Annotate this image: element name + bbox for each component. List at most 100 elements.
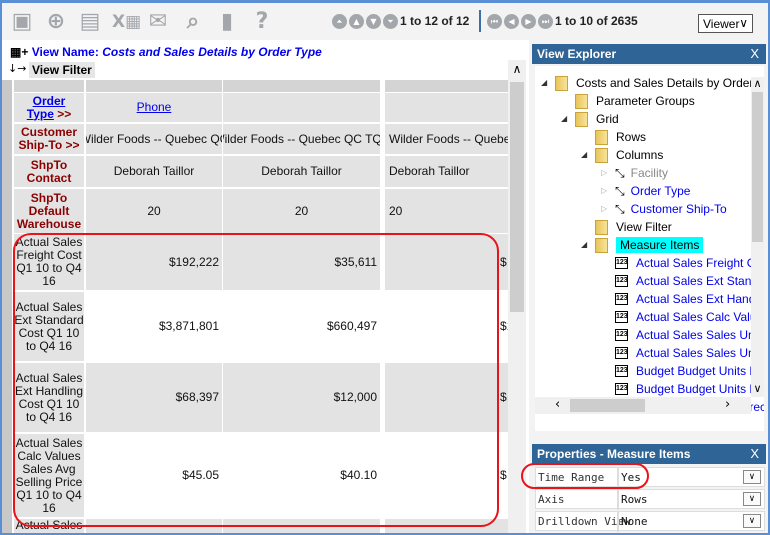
expand-indicator: >> <box>57 106 72 121</box>
expand-icon[interactable]: ▷ <box>601 204 607 213</box>
swap-axes-icon[interactable]: ↓→ <box>8 62 26 75</box>
scrollbar-thumb[interactable] <box>752 92 763 242</box>
toolbar: ▣ ⊕ ▤ X▦ ✉ ⌕ ▮ ? ⏶ ▲ ▼ ⏷ 1 to 12 of 12 ⏮… <box>2 3 768 40</box>
dimension-icon: ⤡ <box>615 183 625 198</box>
last-row-icon[interactable]: ⏷ <box>383 14 398 29</box>
scrollbar-thumb[interactable] <box>570 399 645 412</box>
tree-item[interactable]: Rows <box>595 128 646 146</box>
order-type-link[interactable]: Order <box>33 94 66 108</box>
header-cell: Wilder Foods -- Quebec QC <box>385 124 510 154</box>
tree-item[interactable]: 123 Actual Sales Ext Handlin <box>615 290 764 308</box>
measure-icon: 123 <box>615 257 628 269</box>
email-icon[interactable]: ✉ <box>146 10 170 34</box>
collapse-icon[interactable]: ◢ <box>541 78 547 87</box>
header-cell: Deborah Taillor <box>223 156 380 187</box>
order-type-value-link[interactable]: Phone <box>137 101 172 114</box>
tree-item-label: Actual Sales Ext Standa <box>636 274 764 288</box>
view-explorer-tree: 123Forecast Baseline Forec123Budget Budg… <box>535 66 764 431</box>
view-filter-button[interactable]: View Filter <box>29 62 95 78</box>
folder-icon <box>575 93 588 109</box>
help-icon[interactable]: ? <box>250 10 274 34</box>
first-row-icon[interactable]: ⏶ <box>332 14 347 29</box>
tree-item-label: Budget Budget Units Fre <box>636 382 764 396</box>
tree-item[interactable]: Columns <box>595 146 663 164</box>
measure-icon: 123 <box>615 347 628 359</box>
property-value-select[interactable]: Rows <box>621 493 648 506</box>
tree-item[interactable]: 123 Budget Budget Units Fre <box>615 362 764 380</box>
view-name-label: View Name: <box>31 45 99 59</box>
header-cell: 20 <box>385 189 510 233</box>
row-nav-status: 1 to 12 of 12 <box>400 14 470 28</box>
view-name: ▦+ View Name: Costs and Sales Details by… <box>10 45 322 59</box>
chevron-down-icon[interactable]: ∨ <box>743 470 761 484</box>
tree-item[interactable]: 123 Actual Sales Sales Units <box>615 344 764 362</box>
chevron-down-icon[interactable]: ∨ <box>743 492 761 506</box>
excel-icon[interactable]: X▦ <box>112 10 141 34</box>
tree-item[interactable]: ⤡ Order Type <box>615 182 690 200</box>
chevron-down-icon[interactable]: ∨ <box>743 514 761 528</box>
tree-item[interactable]: Grid <box>575 110 619 128</box>
measure-icon: 123 <box>615 311 628 323</box>
save-icon[interactable]: ▣ <box>10 10 34 34</box>
tree-horizontal-scrollbar[interactable]: ‹ › <box>535 397 751 414</box>
collapse-icon[interactable]: ◢ <box>581 240 587 249</box>
first-col-icon[interactable]: ⏮ <box>487 14 502 29</box>
grid-panel: ▦+ View Name: Costs and Sales Details by… <box>2 40 529 533</box>
col-nav-status: 1 to 10 of 2635 <box>555 14 638 28</box>
scroll-up-icon[interactable]: ∧ <box>508 62 526 76</box>
tree-item[interactable]: Costs and Sales Details by Order Ty <box>555 74 764 92</box>
folder-icon <box>595 129 608 145</box>
grid-add-icon[interactable]: ▦+ <box>10 45 28 59</box>
prev-col-icon[interactable]: ◀ <box>504 14 519 29</box>
tree-item[interactable]: 123 Actual Sales Ext Standa <box>615 272 764 290</box>
tree-item[interactable]: 123 Actual Sales Freight Cos <box>615 254 764 272</box>
header-cell[interactable]: Phone <box>86 93 222 122</box>
collapse-icon[interactable]: ◢ <box>581 150 587 159</box>
prev-row-icon[interactable]: ▲ <box>349 14 364 29</box>
order-type-link[interactable]: Type <box>27 107 54 121</box>
properties-panel: Properties - Measure Items X Time Range Ye… <box>532 444 766 532</box>
next-row-icon[interactable]: ▼ <box>366 14 381 29</box>
annotation-oval <box>13 233 499 527</box>
close-icon[interactable]: X <box>750 446 759 461</box>
next-col-icon[interactable]: ▶ <box>521 14 536 29</box>
tree-item[interactable]: Parameter Groups <box>575 92 695 110</box>
tree-item-label: Actual Sales Freight Cos <box>636 256 764 270</box>
find-icon[interactable]: ⌕ <box>181 10 205 34</box>
close-icon[interactable]: X <box>750 46 759 61</box>
properties-header: Properties - Measure Items X <box>532 444 766 464</box>
row-stub <box>2 80 12 533</box>
tree-item[interactable]: Measure Items <box>595 236 704 254</box>
scroll-up-icon[interactable]: ∧ <box>751 77 764 90</box>
property-value-select[interactable]: None <box>621 515 648 528</box>
header-cell: 20 <box>223 189 380 233</box>
scroll-left-icon[interactable]: ‹ <box>555 397 560 412</box>
tree-item[interactable]: View Filter <box>595 218 672 236</box>
scroll-right-icon[interactable]: › <box>725 397 730 412</box>
collapse-icon[interactable]: ◢ <box>561 114 567 123</box>
header-order-type: Order Type >> <box>14 93 84 122</box>
expand-icon[interactable]: ▷ <box>601 186 607 195</box>
tree-item[interactable]: 123 Actual Sales Sales Units <box>615 326 764 344</box>
folder-icon <box>595 219 608 235</box>
chart-icon[interactable]: ▮ <box>215 10 239 34</box>
header-cell <box>385 93 510 122</box>
expand-icon[interactable]: ▷ <box>601 168 607 177</box>
folder-icon <box>555 75 568 91</box>
column-header-bar <box>86 80 222 92</box>
scroll-down-icon[interactable]: ∨ <box>751 382 764 395</box>
tree-item[interactable]: 123 Actual Sales Calc Values <box>615 308 764 326</box>
tree-item[interactable]: ⤡ Facility <box>615 164 668 182</box>
tree-item-label: View Filter <box>616 220 672 234</box>
add-view-icon[interactable]: ⊕ <box>44 10 68 34</box>
mode-value: Viewer <box>703 17 740 31</box>
scrollbar-thumb[interactable] <box>510 82 524 312</box>
annotation-oval <box>521 463 649 489</box>
tree-item[interactable]: 123 Budget Budget Units Fre <box>615 380 764 398</box>
print-icon[interactable]: ▤ <box>78 10 102 34</box>
tree-vertical-scrollbar[interactable]: ∧ ∨ <box>751 77 764 397</box>
tree-item-label: Actual Sales Sales Units <box>636 346 764 360</box>
mode-select[interactable]: Viewer ∨ <box>698 14 753 33</box>
tree-item[interactable]: ⤡ Customer Ship-To <box>615 200 727 218</box>
last-col-icon[interactable]: ⏭ <box>538 14 553 29</box>
